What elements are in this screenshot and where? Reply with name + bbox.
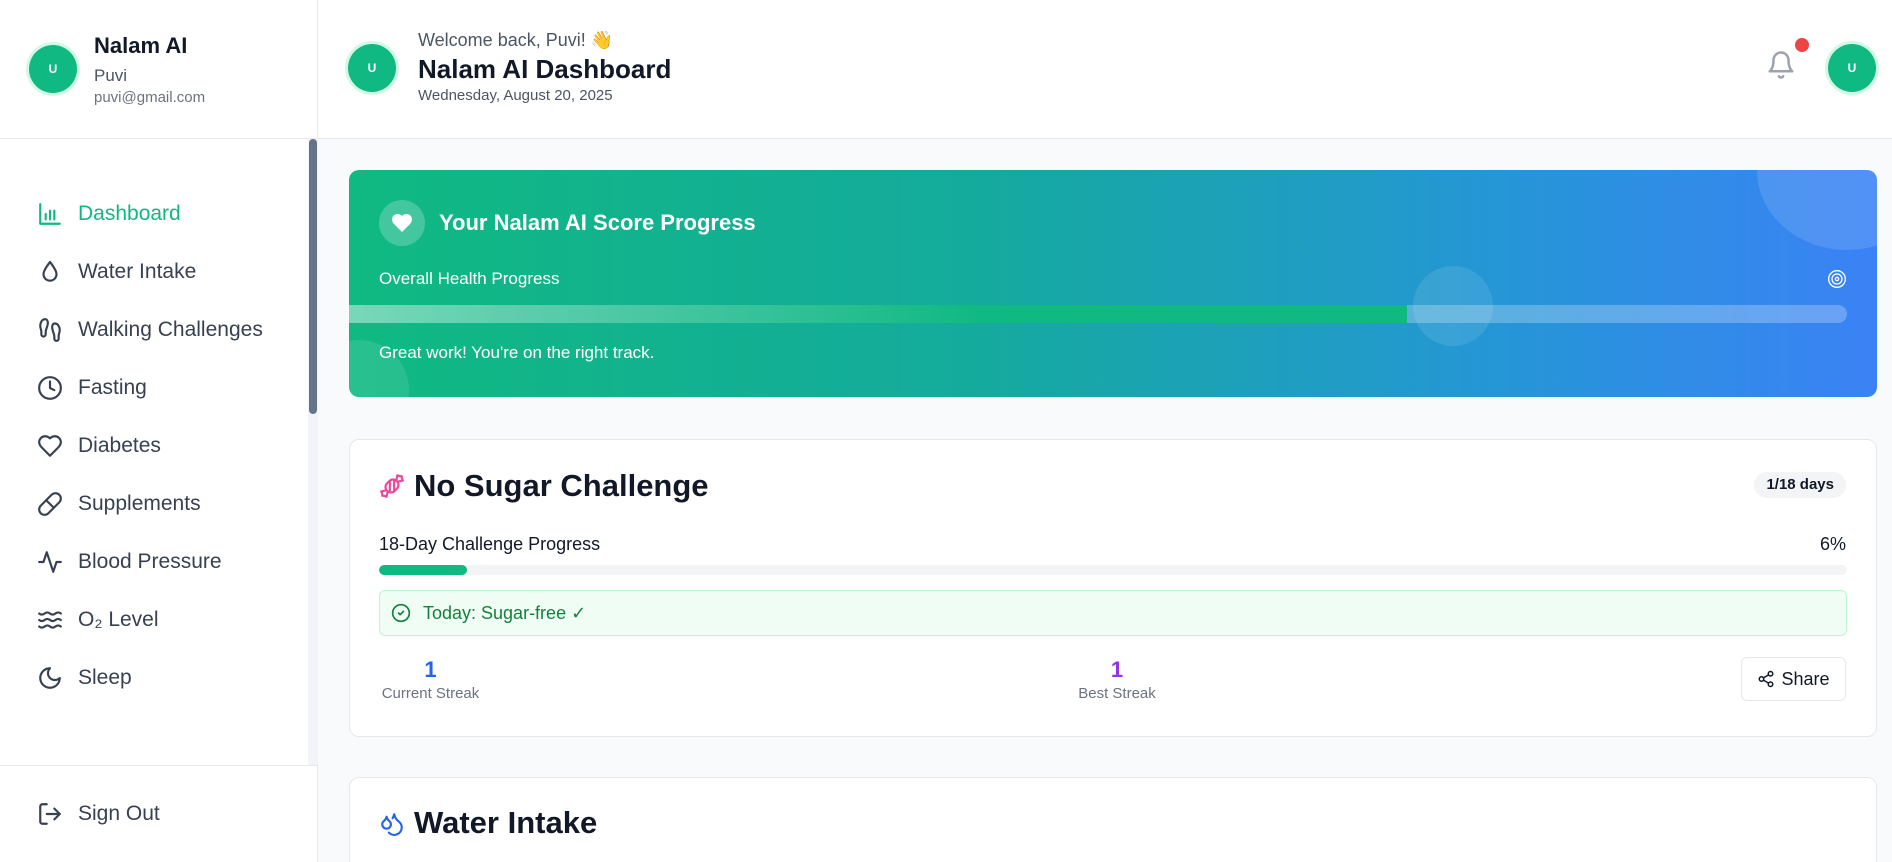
user-name: Puvi [94, 66, 128, 85]
challenge-title: No Sugar Challenge [414, 468, 709, 503]
decorative-circle [1757, 170, 1877, 250]
current-streak-label: Current Streak [381, 685, 480, 702]
notification-badge [1795, 38, 1809, 52]
header-avatar[interactable]: U [348, 44, 396, 92]
sidebar-item-label: Blood Pressure [78, 550, 222, 573]
sidebar-scrollbar[interactable] [308, 139, 318, 765]
challenge-progress-label: 18-Day Challenge Progress [379, 534, 601, 554]
current-streak-value: 1 [424, 657, 437, 682]
current-date: Wednesday, August 20, 2025 [418, 87, 613, 104]
water-intake-title: Water Intake [414, 805, 598, 840]
no-sugar-challenge-card: No Sugar Challenge 1/18 days 18-Day Chal… [349, 439, 1877, 737]
best-streak-label: Best Streak [1078, 685, 1156, 702]
sign-out-button[interactable]: Sign Out [0, 765, 318, 862]
sidebar-item-label: Fasting [78, 376, 147, 399]
score-progress-card: Your Nalam AI Score Progress Overall Hea… [349, 170, 1877, 397]
heart-badge [379, 200, 425, 246]
sidebar-nav: Dashboard Water Intake Walking Challenge… [0, 139, 318, 765]
water-intake-card: Water Intake [349, 777, 1877, 862]
sign-out-label: Sign Out [78, 802, 160, 825]
sidebar-item-o2-level[interactable]: O₂ Level [0, 595, 300, 645]
sidebar-item-dashboard[interactable]: Dashboard [0, 189, 300, 239]
share-label: Share [1781, 668, 1830, 689]
droplets-icon [379, 811, 405, 837]
check-circle-icon [391, 603, 411, 623]
notifications-button[interactable] [1766, 50, 1800, 84]
heart-icon [392, 214, 412, 232]
sidebar-item-sleep[interactable]: Sleep [0, 653, 300, 703]
sidebar-item-label: Water Intake [78, 260, 197, 283]
sidebar-item-label: Walking Challenges [78, 318, 263, 341]
sidebar-item-water-intake[interactable]: Water Intake [0, 247, 300, 297]
sidebar-item-label: Supplements [78, 492, 201, 515]
sidebar-profile: U Nalam AI Puvi puvi@gmail.com [0, 0, 317, 139]
user-avatar[interactable]: U [1828, 44, 1876, 92]
score-subtitle: Overall Health Progress [379, 269, 560, 288]
waves-icon [38, 611, 62, 629]
score-message: Great work! You're on the right track. [379, 343, 655, 362]
heart-icon [38, 435, 62, 457]
today-status-text: Today: Sugar-free ✓ [423, 602, 587, 623]
welcome-message: Welcome back, Puvi! 👋 [418, 30, 614, 50]
sidebar-item-label: Dashboard [78, 202, 181, 225]
app-root: U Nalam AI Puvi puvi@gmail.com Dashboard… [0, 0, 1892, 862]
bar-chart-icon [39, 203, 61, 225]
current-streak: 1 Current Streak [379, 655, 482, 703]
challenge-progress-fill [379, 565, 468, 575]
share-icon [1758, 670, 1774, 688]
sidebar-item-label: Sleep [78, 666, 132, 689]
candy-icon [379, 473, 405, 499]
log-out-icon [39, 803, 61, 825]
sidebar-item-label: O₂ Level [78, 608, 159, 631]
days-badge: 1/18 days [1754, 472, 1846, 498]
sidebar-item-diabetes[interactable]: Diabetes [0, 421, 300, 471]
moon-icon [39, 667, 61, 689]
avatar[interactable]: U [29, 45, 77, 93]
droplet-icon [42, 260, 58, 282]
sidebar-item-fasting[interactable]: Fasting [0, 363, 300, 413]
sidebar-item-label: Diabetes [78, 434, 161, 457]
share-button[interactable]: Share [1741, 657, 1846, 701]
pill-icon [38, 492, 62, 516]
scrollbar-thumb[interactable] [309, 139, 317, 414]
score-progress-bar [349, 305, 1847, 323]
sidebar: U Nalam AI Puvi puvi@gmail.com Dashboard… [0, 0, 318, 862]
challenge-progress-percent: 6% [1819, 534, 1846, 554]
score-title: Your Nalam AI Score Progress [439, 210, 756, 235]
clock-icon [38, 376, 62, 400]
today-status: Today: Sugar-free ✓ [379, 590, 1847, 636]
sidebar-item-supplements[interactable]: Supplements [0, 479, 300, 529]
header-text: Welcome back, Puvi! 👋 Nalam AI Dashboard… [418, 28, 671, 106]
challenge-progress-bar [379, 565, 1847, 575]
sidebar-item-walking-challenges[interactable]: Walking Challenges [0, 305, 300, 355]
score-progress-fill [349, 305, 1407, 323]
target-icon [1827, 269, 1847, 289]
top-header: U Welcome back, Puvi! 👋 Nalam AI Dashboa… [318, 0, 1892, 139]
footprints-icon [39, 318, 61, 342]
user-email: puvi@gmail.com [94, 89, 206, 106]
sidebar-item-blood-pressure[interactable]: Blood Pressure [0, 537, 300, 587]
activity-icon [38, 551, 62, 573]
best-streak: 1 Best Streak [1072, 655, 1162, 703]
profile-info: Nalam AI Puvi puvi@gmail.com [94, 28, 205, 108]
page-title: Nalam AI Dashboard [418, 54, 672, 84]
best-streak-value: 1 [1110, 657, 1124, 682]
bell-icon [1768, 51, 1794, 79]
app-name: Nalam AI [94, 33, 188, 58]
